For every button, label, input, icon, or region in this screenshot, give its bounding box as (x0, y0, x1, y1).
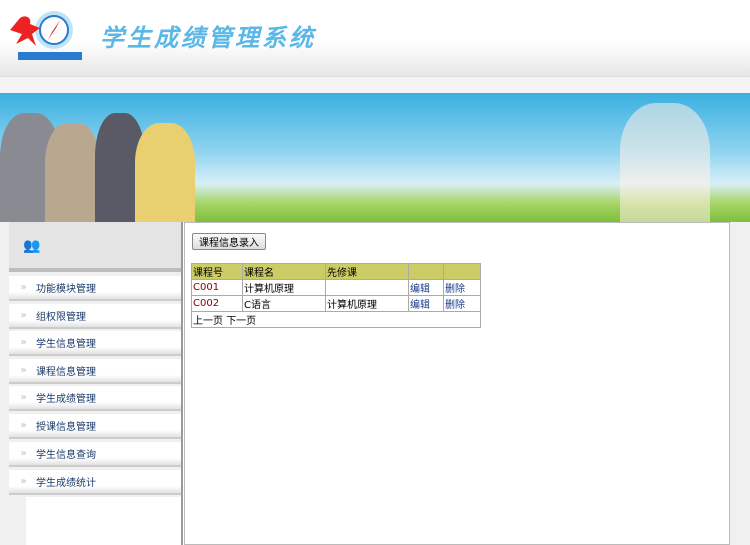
column-header: 课程名 (242, 263, 326, 280)
header: 学生成绩管理系统 (0, 0, 750, 76)
banner-image (0, 93, 750, 222)
users-icon: 👥 (23, 238, 41, 254)
sidebar-footer (26, 497, 181, 545)
sidebar: 👥 » 功能模块管理 » 组权限管理 » 学生信息管理 » 课程信息管理 » 学生成绩管理… (0, 222, 183, 545)
chevron-right-icon: » (20, 420, 27, 431)
sidebar-item-course-info[interactable]: » 课程信息管理 (9, 359, 181, 384)
main-content: 课程信息录入 课程号 课程名 先修课 C001 计算机原理 编辑 删除 C002… (184, 222, 730, 545)
sidebar-header: 👥 (9, 222, 181, 272)
sidebar-item-function-modules[interactable]: » 功能模块管理 (9, 276, 181, 301)
chevron-right-icon: » (20, 365, 27, 376)
sidebar-item-group-permissions[interactable]: » 组权限管理 (9, 304, 181, 329)
column-header: 课程号 (191, 263, 243, 280)
table-header-row: 课程号 课程名 先修课 (191, 263, 481, 280)
logo-icon (10, 11, 82, 60)
header-band (0, 76, 750, 93)
table-row: C001 计算机原理 编辑 删除 (191, 279, 481, 296)
sidebar-item-student-query[interactable]: » 学生信息查询 (9, 442, 181, 467)
column-header: 先修课 (325, 263, 409, 280)
delete-link[interactable]: 删除 (445, 284, 465, 295)
course-prereq: 计算机原理 (325, 295, 409, 312)
app-title: 学生成绩管理系统 (100, 24, 316, 52)
course-prereq (325, 279, 409, 296)
chevron-right-icon: » (20, 476, 27, 487)
table-row: C002 C语言 计算机原理 编辑 删除 (191, 295, 481, 312)
delete-link[interactable]: 删除 (445, 300, 465, 311)
column-header (443, 263, 481, 280)
sidebar-item-grades[interactable]: » 学生成绩管理 (9, 386, 181, 411)
chevron-right-icon: » (20, 282, 27, 293)
right-margin (730, 222, 750, 545)
edit-link[interactable]: 编辑 (410, 300, 430, 311)
add-course-button[interactable]: 课程信息录入 (192, 233, 266, 250)
edit-link[interactable]: 编辑 (410, 284, 430, 295)
chevron-right-icon: » (20, 392, 27, 403)
next-page-link[interactable]: 下一页 (226, 316, 256, 327)
course-id: C002 (191, 295, 243, 312)
course-id: C001 (191, 279, 243, 296)
course-name: 计算机原理 (242, 279, 326, 296)
sidebar-item-teaching-info[interactable]: » 授课信息管理 (9, 414, 181, 439)
prev-page-link[interactable]: 上一页 (193, 316, 223, 327)
chevron-right-icon: » (20, 310, 27, 321)
chevron-right-icon: » (20, 337, 27, 348)
sidebar-item-student-info[interactable]: » 学生信息管理 (9, 331, 181, 356)
chevron-right-icon: » (20, 448, 27, 459)
course-table: 课程号 课程名 先修课 C001 计算机原理 编辑 删除 C002 C语言 计算… (191, 263, 481, 328)
course-name: C语言 (242, 295, 326, 312)
column-header (408, 263, 444, 280)
sidebar-item-grade-stats[interactable]: » 学生成绩统计 (9, 470, 181, 495)
pager-row: 上一页 下一页 (191, 311, 481, 328)
